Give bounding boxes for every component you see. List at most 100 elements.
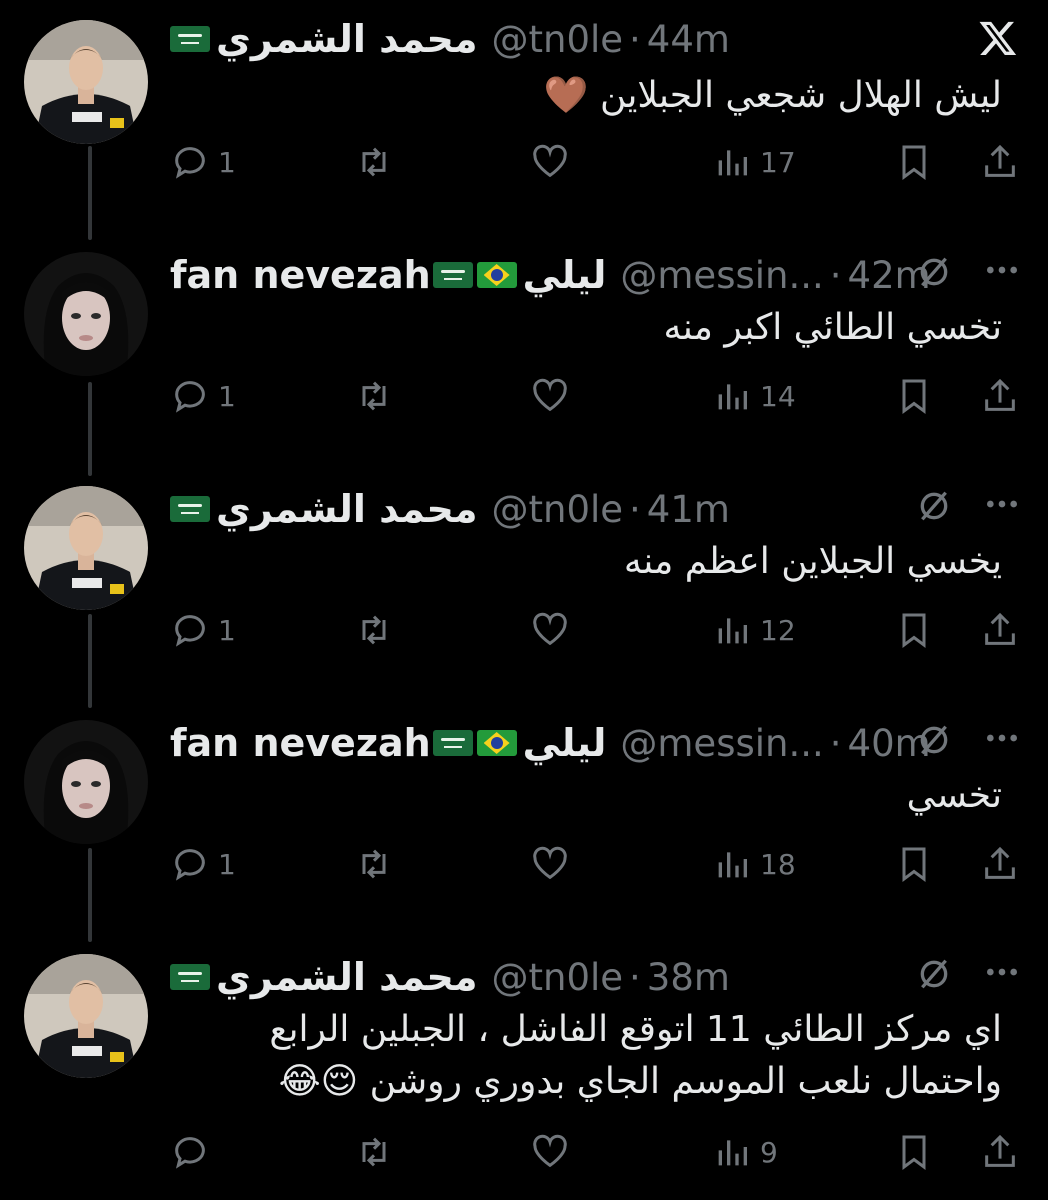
display-name[interactable]: fan nevezah (170, 253, 431, 297)
like-button[interactable] (530, 140, 570, 184)
more-icon[interactable] (982, 250, 1022, 290)
view-count: 17 (760, 145, 796, 179)
tweet-text: ليش الهلال شجعي الجبلاين 🤎 (544, 70, 1002, 122)
tweet-header: محمد الشمري @tn0le · 44m (170, 14, 730, 64)
tweet[interactable]: محمد الشمري @tn0le · 44m ليش الهلال شجعي… (0, 0, 1048, 236)
bookmark-button[interactable] (894, 1130, 934, 1174)
tweet[interactable]: fan nevezah ليلي @messin... · 40m تخسي 1… (0, 704, 1048, 938)
avatar[interactable] (24, 252, 148, 376)
more-icon[interactable] (982, 952, 1022, 992)
display-name[interactable]: محمد الشمري (216, 17, 477, 61)
tweet-text: تخسي الطائي اكبر منه (663, 302, 1002, 354)
saudi-flag-icon (170, 964, 210, 990)
heart-icon (533, 378, 567, 412)
bookmark-button[interactable] (894, 842, 934, 886)
tweet-text-line: ليش الهلال شجعي الجبلاين 🤎 (543, 75, 1002, 116)
avatar[interactable] (24, 20, 148, 144)
tweet[interactable]: محمد الشمري @tn0le · 41m يخسي الجبلاين ا… (0, 470, 1048, 704)
retweet-button[interactable] (354, 374, 394, 418)
avatar[interactable] (24, 720, 148, 844)
handle[interactable]: @messin... (620, 722, 823, 765)
views-button[interactable]: 17 (712, 140, 796, 184)
reply-icon (175, 147, 205, 179)
share-icon (985, 612, 1015, 645)
like-button[interactable] (530, 374, 570, 418)
reply-count: 1 (218, 379, 236, 413)
more-icon[interactable] (982, 484, 1022, 524)
tweet[interactable]: محمد الشمري @tn0le · 38m اي مركز الطائي … (0, 938, 1048, 1200)
reply-button[interactable]: 1 (170, 140, 236, 184)
views-button[interactable]: 18 (712, 842, 796, 886)
reply-button[interactable]: 1 (170, 374, 236, 418)
display-name-arabic[interactable]: ليلي (523, 721, 607, 765)
reply-count: 1 (218, 145, 236, 179)
no-notifications-icon[interactable] (912, 484, 956, 528)
heart-icon (533, 144, 567, 178)
retweet-button[interactable] (354, 608, 394, 652)
no-notifications-icon[interactable] (912, 952, 956, 996)
share-button[interactable] (980, 140, 1020, 184)
display-name[interactable]: fan nevezah (170, 721, 431, 765)
view-count: 9 (760, 1135, 778, 1169)
reply-button[interactable] (170, 1130, 218, 1174)
like-button[interactable] (530, 1130, 570, 1174)
no-notifications-icon[interactable] (912, 718, 956, 762)
brazil-flag-icon (476, 730, 517, 756)
tweet-text-line: يخسي الجبلاين اعظم منه (623, 541, 1002, 582)
display-name[interactable]: محمد الشمري (216, 487, 477, 531)
display-name-arabic[interactable]: ليلي (523, 253, 607, 297)
views-icon (718, 1140, 747, 1166)
retweet-icon (362, 1137, 386, 1167)
handle[interactable]: @tn0le (491, 488, 623, 531)
flags (432, 730, 517, 756)
reply-icon (175, 381, 205, 413)
avatar-image (24, 486, 148, 610)
separator-dot: · (629, 955, 641, 999)
share-button[interactable] (980, 842, 1020, 886)
more-icon[interactable] (982, 718, 1022, 758)
views-button[interactable]: 14 (712, 374, 796, 418)
avatar[interactable] (24, 954, 148, 1078)
bookmark-button[interactable] (894, 374, 934, 418)
bookmark-button[interactable] (894, 140, 934, 184)
tweet-text-line: واحتمال نلعب الموسم الجاي بدوري روشن 😌😂 (278, 1061, 1002, 1102)
like-button[interactable] (530, 608, 570, 652)
tweet-header: fan nevezah ليلي @messin... · 40m (170, 718, 931, 768)
flags (170, 496, 210, 522)
view-count: 14 (760, 379, 796, 413)
views-button[interactable]: 9 (712, 1130, 778, 1174)
reply-button[interactable]: 1 (170, 608, 236, 652)
tweet[interactable]: fan nevezah ليلي @messin... · 42m تخسي ا… (0, 236, 1048, 470)
reply-count: 1 (218, 847, 236, 881)
bookmark-icon (902, 613, 926, 648)
bookmark-icon (902, 847, 926, 882)
timestamp[interactable]: 44m (647, 18, 730, 61)
share-button[interactable] (980, 608, 1020, 652)
retweet-button[interactable] (354, 1130, 394, 1174)
display-name[interactable]: محمد الشمري (216, 955, 477, 999)
avatar[interactable] (24, 486, 148, 610)
bookmark-icon (902, 145, 926, 180)
handle[interactable]: @messin... (620, 254, 823, 297)
timestamp[interactable]: 38m (647, 956, 730, 999)
tweet-header: محمد الشمري @tn0le · 41m (170, 484, 730, 534)
heart-icon (533, 1134, 567, 1168)
tweet-text-line: اي مركز الطائي 11 اتوقع الفاشل ، الجبلين… (269, 1009, 1002, 1050)
flags (170, 964, 210, 990)
retweet-button[interactable] (354, 842, 394, 886)
no-notifications-icon[interactable] (912, 250, 956, 294)
handle[interactable]: @tn0le (491, 18, 623, 61)
handle[interactable]: @tn0le (491, 956, 623, 999)
like-button[interactable] (530, 842, 570, 886)
reply-icon (175, 1137, 205, 1169)
bookmark-icon (902, 1135, 926, 1170)
avatar-image (24, 954, 148, 1078)
timestamp[interactable]: 41m (647, 488, 730, 531)
share-button[interactable] (980, 374, 1020, 418)
separator-dot: · (629, 487, 641, 531)
reply-button[interactable]: 1 (170, 842, 236, 886)
share-button[interactable] (980, 1130, 1020, 1174)
bookmark-button[interactable] (894, 608, 934, 652)
retweet-button[interactable] (354, 140, 394, 184)
views-button[interactable]: 12 (712, 608, 796, 652)
